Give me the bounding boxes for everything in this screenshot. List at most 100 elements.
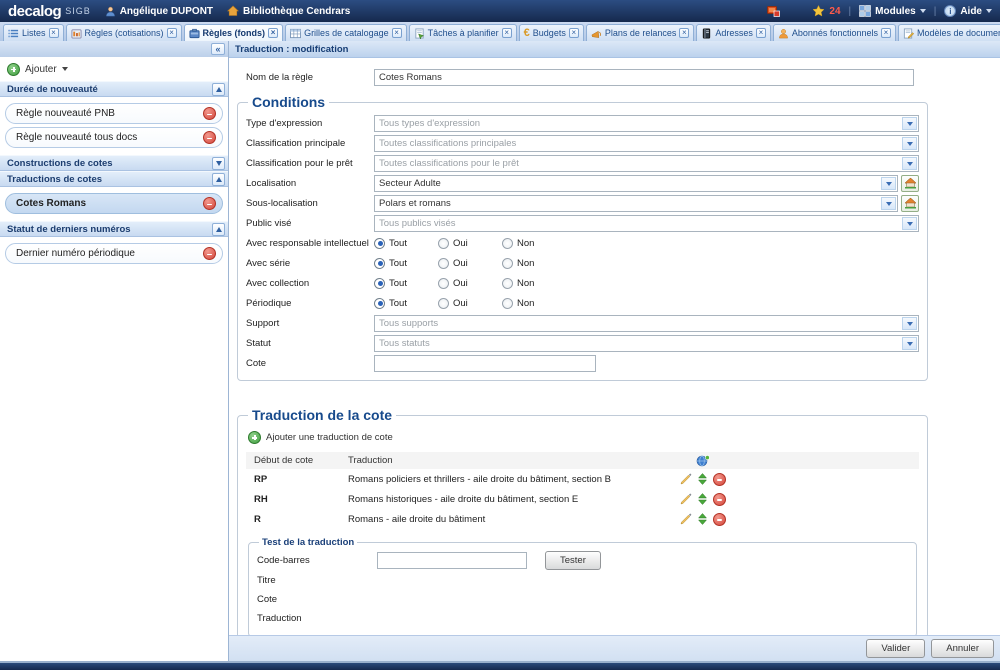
sidebar-section-statut-derniers-numeros[interactable]: Statut de derniers numéros	[0, 221, 228, 237]
world-icon[interactable]	[696, 455, 710, 467]
radio-icon[interactable]	[438, 298, 449, 309]
edit-pencil-icon[interactable]	[680, 473, 692, 485]
collapse-section-icon[interactable]	[212, 173, 225, 186]
edit-pencil-icon[interactable]	[680, 493, 692, 505]
tab-budgets[interactable]: Budgets	[519, 24, 584, 41]
current-library[interactable]: Bibliothèque Cendrars	[227, 5, 350, 17]
tab-close-icon[interactable]	[881, 28, 891, 38]
dropdown-arrow-icon[interactable]	[902, 337, 917, 350]
cote-input[interactable]	[374, 355, 596, 372]
radio-icon[interactable]	[502, 278, 513, 289]
radio-selected-icon[interactable]	[374, 298, 385, 309]
radio-icon[interactable]	[438, 278, 449, 289]
sidebar-section-constructions-cotes[interactable]: Constructions de cotes	[0, 155, 228, 171]
delete-icon[interactable]	[713, 473, 726, 486]
tab-close-icon[interactable]	[392, 28, 402, 38]
radio-icon[interactable]	[502, 258, 513, 269]
radio-icon[interactable]	[502, 238, 513, 249]
delete-icon[interactable]	[203, 247, 216, 260]
dropdown-arrow-icon[interactable]	[902, 157, 917, 170]
tab-plans-relances[interactable]: Plans de relances	[586, 24, 695, 41]
delete-icon[interactable]	[203, 131, 216, 144]
radio-option-non[interactable]: Non	[502, 238, 566, 249]
support-select[interactable]: Tous supports	[374, 315, 919, 332]
dropdown-arrow-icon[interactable]	[902, 317, 917, 330]
sidebar-section-traductions-cotes[interactable]: Traductions de cotes	[0, 171, 228, 187]
tab-close-icon[interactable]	[268, 28, 278, 38]
radio-option-oui[interactable]: Oui	[438, 258, 502, 269]
tab-close-icon[interactable]	[502, 28, 512, 38]
sidebar-item-regle-nouveaute-pnb[interactable]: Règle nouveauté PNB	[5, 103, 223, 124]
tab-close-icon[interactable]	[679, 28, 689, 38]
cancel-button[interactable]: Annuler	[931, 639, 994, 658]
radio-icon[interactable]	[502, 298, 513, 309]
edit-pencil-icon[interactable]	[680, 513, 692, 525]
validate-button[interactable]: Valider	[866, 639, 925, 658]
radio-option-oui[interactable]: Oui	[438, 238, 502, 249]
localisation-select[interactable]: Secteur Adulte	[374, 175, 898, 192]
dropdown-arrow-icon[interactable]	[902, 217, 917, 230]
tab-taches-planifier[interactable]: Tâches à planifier	[409, 24, 517, 41]
favorites-counter[interactable]: 24	[812, 5, 840, 17]
sous-localisation-select[interactable]: Polars et romans	[374, 195, 898, 212]
tab-close-icon[interactable]	[49, 28, 59, 38]
type-expression-select[interactable]: Tous types d'expression	[374, 115, 919, 132]
public-vise-select[interactable]: Tous publics visés	[374, 215, 919, 232]
move-up-down-icon[interactable]	[698, 473, 707, 485]
radio-option-tout[interactable]: Tout	[374, 278, 438, 289]
current-user[interactable]: Angélique DUPONT	[105, 6, 213, 17]
add-translation-link[interactable]: Ajouter une traduction de cote	[248, 431, 919, 444]
radio-option-oui[interactable]: Oui	[438, 278, 502, 289]
sidebar-item-cotes-romans[interactable]: Cotes Romans	[5, 193, 223, 214]
tab-listes[interactable]: Listes	[3, 24, 64, 41]
radio-option-tout[interactable]: Tout	[374, 238, 438, 249]
delete-icon[interactable]	[713, 513, 726, 526]
sidebar-item-regle-nouveaute-tous-docs[interactable]: Règle nouveauté tous docs	[5, 127, 223, 148]
modules-menu[interactable]: Modules	[859, 5, 926, 17]
tab-close-icon[interactable]	[569, 28, 579, 38]
statut-select[interactable]: Tous statuts	[374, 335, 919, 352]
tab-regles-cotisations[interactable]: Règles (cotisations)	[66, 24, 182, 41]
delete-icon[interactable]	[203, 107, 216, 120]
collapse-sidebar-icon[interactable]	[211, 43, 225, 55]
radio-option-oui[interactable]: Oui	[438, 298, 502, 309]
collapse-section-icon[interactable]	[212, 83, 225, 96]
radio-option-tout[interactable]: Tout	[374, 258, 438, 269]
dropdown-arrow-icon[interactable]	[902, 137, 917, 150]
radio-selected-icon[interactable]	[374, 258, 385, 269]
add-rule-button[interactable]: Ajouter	[0, 57, 228, 81]
dropdown-arrow-icon[interactable]	[902, 117, 917, 130]
radio-option-non[interactable]: Non	[502, 258, 566, 269]
tab-modeles-documents[interactable]: Modèles de documents	[898, 24, 1000, 41]
monitor-alert-icon[interactable]	[767, 6, 780, 17]
dropdown-arrow-icon[interactable]	[881, 197, 896, 210]
expand-section-icon[interactable]	[212, 157, 225, 170]
dropdown-arrow-icon[interactable]	[881, 177, 896, 190]
radio-option-non[interactable]: Non	[502, 298, 566, 309]
sidebar-item-dernier-numero-periodique[interactable]: Dernier numéro périodique	[5, 243, 223, 264]
radio-option-tout[interactable]: Tout	[374, 298, 438, 309]
default-location-button[interactable]	[901, 195, 919, 212]
tab-adresses[interactable]: Adresses	[696, 24, 771, 41]
delete-icon[interactable]	[713, 493, 726, 506]
barcode-input[interactable]	[377, 552, 527, 569]
tab-close-icon[interactable]	[167, 28, 177, 38]
collapse-section-icon[interactable]	[212, 223, 225, 236]
tab-regles-fonds[interactable]: Règles (fonds)	[184, 24, 284, 41]
classification-pret-select[interactable]: Toutes classifications pour le prêt	[374, 155, 919, 172]
sidebar-section-duree-nouveaute[interactable]: Durée de nouveauté	[0, 81, 228, 97]
radio-icon[interactable]	[438, 238, 449, 249]
classification-principale-select[interactable]: Toutes classifications principales	[374, 135, 919, 152]
rule-name-input[interactable]	[374, 69, 914, 86]
radio-selected-icon[interactable]	[374, 278, 385, 289]
move-up-down-icon[interactable]	[698, 513, 707, 525]
radio-icon[interactable]	[438, 258, 449, 269]
default-location-button[interactable]	[901, 175, 919, 192]
radio-option-non[interactable]: Non	[502, 278, 566, 289]
tab-grilles-catalogage[interactable]: Grilles de catalogage	[285, 24, 407, 41]
tester-button[interactable]: Tester	[545, 551, 601, 570]
radio-selected-icon[interactable]	[374, 238, 385, 249]
help-menu[interactable]: Aide	[944, 5, 992, 17]
delete-icon[interactable]	[203, 197, 216, 210]
move-up-down-icon[interactable]	[698, 493, 707, 505]
